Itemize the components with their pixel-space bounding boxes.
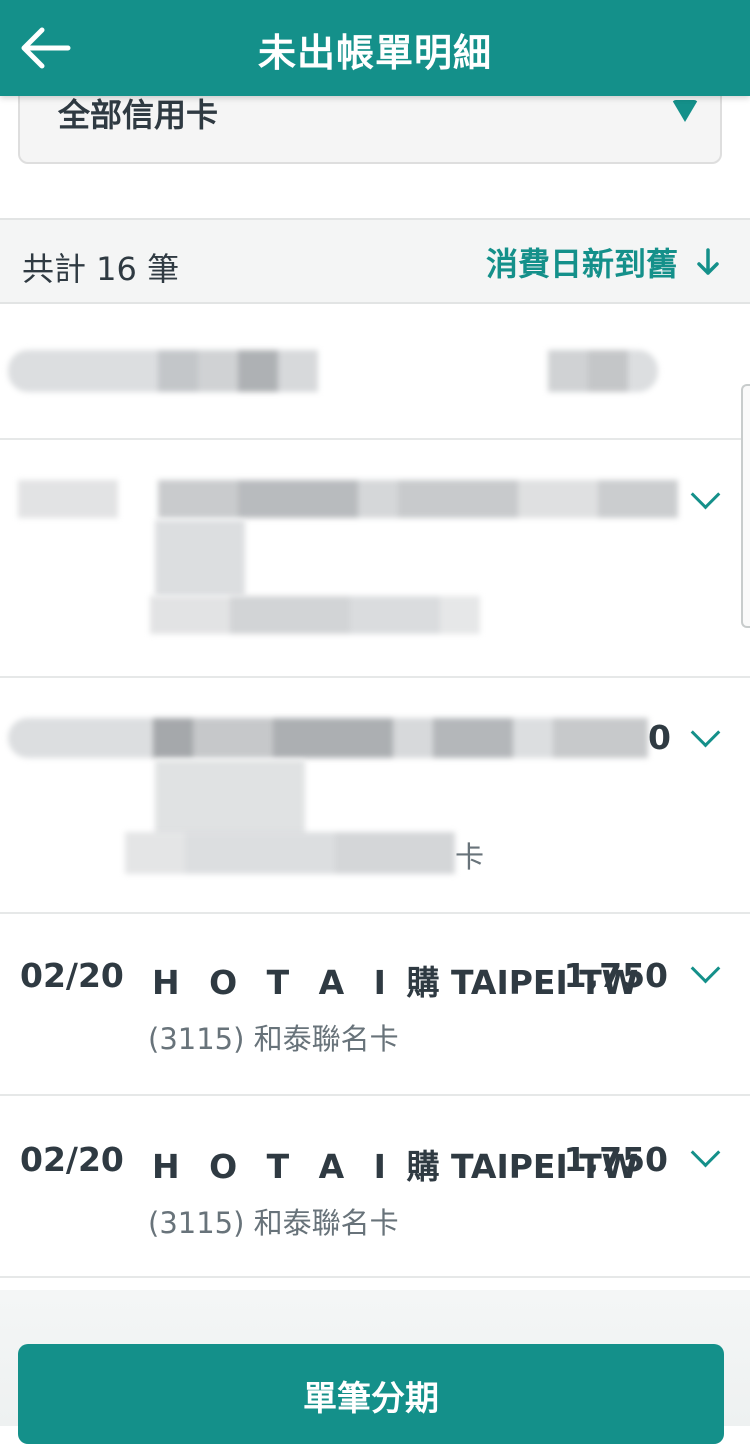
redacted-detail xyxy=(155,760,305,840)
merchant-name-part: H O T A I xyxy=(152,963,395,1002)
card-filter-value: 全部信用卡 xyxy=(58,96,219,134)
transaction-date: 02/20 xyxy=(20,1140,124,1179)
arrow-down-icon xyxy=(697,248,719,275)
transaction-card: (3115) 和泰聯名卡 xyxy=(148,1206,399,1240)
row-divider xyxy=(0,1276,750,1278)
redacted-detail xyxy=(155,520,245,596)
sort-button[interactable]: 消費日新到舊 xyxy=(485,242,720,283)
scrollbar[interactable] xyxy=(741,384,750,628)
transaction-amount: 1,750 xyxy=(563,1140,668,1179)
chevron-down-icon[interactable] xyxy=(690,953,721,984)
sort-label: 消費日新到舊 xyxy=(485,245,678,283)
installment-button[interactable]: 單筆分期 xyxy=(18,1344,724,1444)
merchant-name-part: H O T A I xyxy=(152,1147,395,1186)
amount-partial: 0 xyxy=(648,718,671,757)
redacted-transaction-row xyxy=(8,718,648,758)
caret-down-icon xyxy=(672,100,698,122)
row-divider xyxy=(0,438,750,440)
redacted-transaction-row xyxy=(8,350,678,392)
redacted-card xyxy=(150,596,480,634)
row-divider xyxy=(0,676,750,678)
chevron-down-icon[interactable] xyxy=(690,1137,721,1168)
app-bar: 未出帳單明細 xyxy=(0,0,750,96)
page-title: 未出帳單明細 xyxy=(257,31,492,75)
redacted-transaction-row xyxy=(18,480,688,518)
summary-bar: 共計 16 筆 消費日新到舊 xyxy=(0,218,750,304)
row-divider xyxy=(0,912,750,914)
chevron-down-icon[interactable] xyxy=(690,479,721,510)
card-partial: 卡 xyxy=(455,840,485,874)
row-divider xyxy=(0,1094,750,1096)
transaction-date: 02/20 xyxy=(20,956,124,995)
transaction-count: 共計 16 筆 xyxy=(22,250,180,288)
redacted-card xyxy=(125,832,455,874)
transaction-amount: 1,750 xyxy=(563,956,668,995)
chevron-down-icon[interactable] xyxy=(690,717,721,748)
transaction-card: (3115) 和泰聯名卡 xyxy=(148,1022,399,1056)
